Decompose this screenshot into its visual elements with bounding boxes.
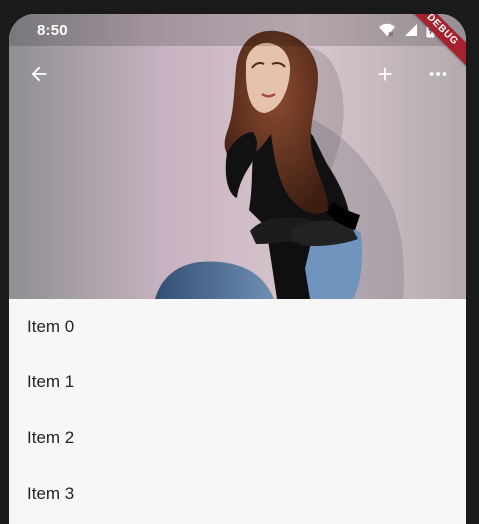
add-icon [378,67,392,81]
signal-icon [405,24,417,36]
list-item-label: Item 3 [27,483,75,503]
phone-screen: 8:50 DEBUG Item 0 Item 1 Item 2 Item 3 [9,14,466,524]
list-item[interactable]: Item 3 [9,466,466,522]
item-list: Item 0 Item 1 Item 2 Item 3 [9,299,466,524]
back-button[interactable] [19,54,59,94]
arrow-back-icon [31,66,47,82]
list-item[interactable]: Item 2 [9,410,466,466]
list-item[interactable]: Item 0 [9,299,466,355]
status-time: 8:50 [37,22,68,39]
list-item-label: Item 0 [27,316,75,336]
wifi-icon [379,23,395,37]
list-item-label: Item 2 [27,427,75,447]
add-button[interactable] [365,54,405,94]
status-bar: 8:50 [9,14,466,46]
more-horizontal-icon [429,72,447,76]
list-item-label: Item 1 [27,372,75,392]
list-item[interactable]: Item 1 [9,355,466,411]
more-button[interactable] [418,54,458,94]
app-bar [9,46,466,102]
